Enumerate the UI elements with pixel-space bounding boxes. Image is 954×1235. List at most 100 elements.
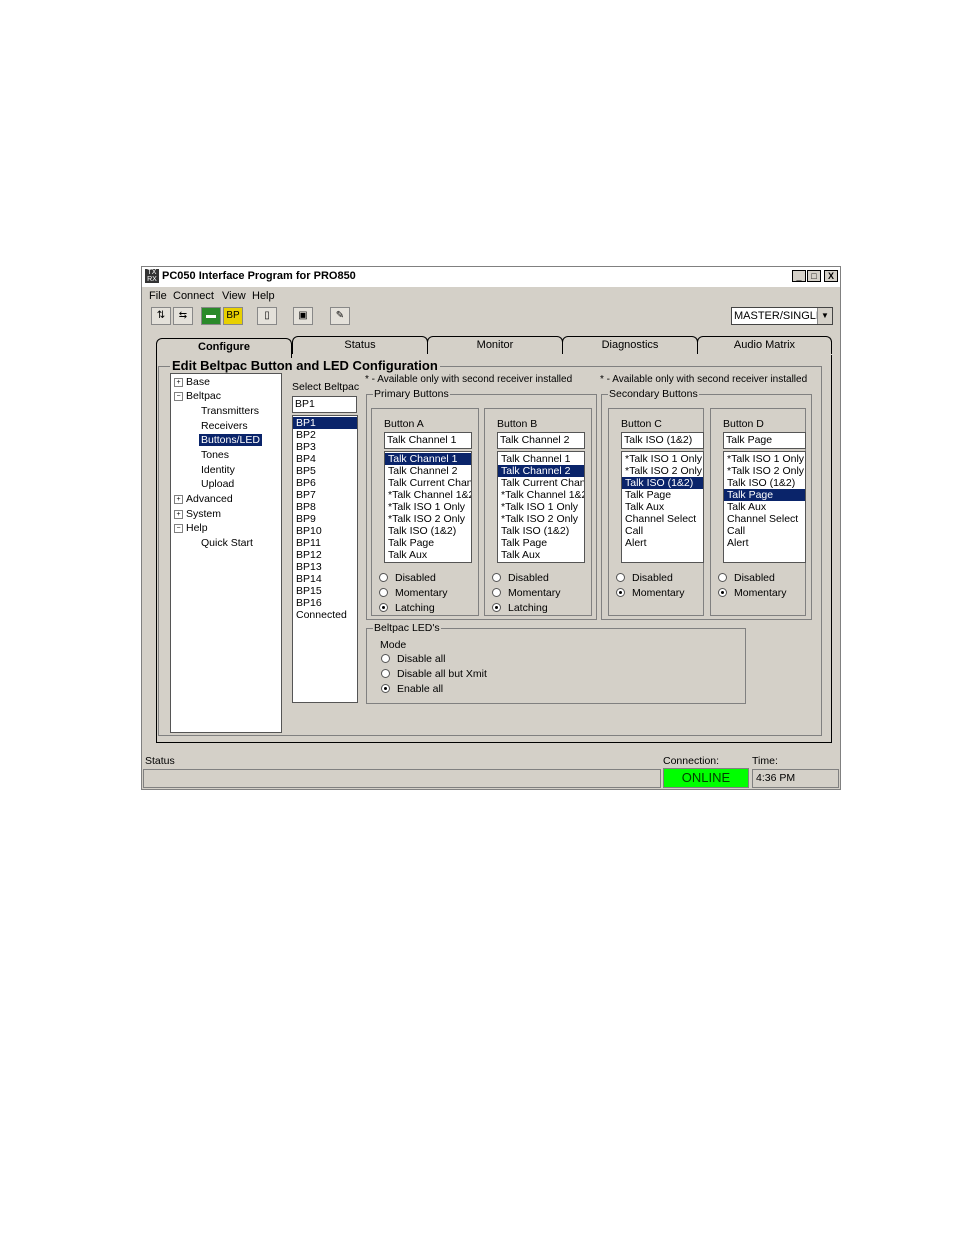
beltpac-list-item[interactable]: BP15 (293, 585, 357, 597)
led-mode-radio[interactable]: Enable all (381, 683, 443, 695)
function-option[interactable]: *Talk ISO 2 Only (622, 465, 703, 477)
led-mode-radio[interactable]: Disable all (381, 653, 445, 665)
function-option[interactable]: Channel Select (724, 513, 805, 525)
beltpac-list[interactable]: BP1 BP2 BP3 BP4 BP5 BP6 BP7 BP8 BP9 BP10 BP11 BP12 B… (292, 415, 358, 703)
radio-circle[interactable] (379, 573, 388, 582)
function-option[interactable]: *Talk ISO 1 Only (622, 453, 703, 465)
tab-diagnostics[interactable]: Diagnostics (562, 336, 698, 354)
function-option[interactable]: Talk ISO (1&2) (622, 477, 703, 489)
radio-circle[interactable] (381, 684, 390, 693)
download-icon[interactable]: ▬ (201, 307, 221, 325)
function-option[interactable]: Call (724, 525, 805, 537)
function-option[interactable]: *Talk ISO 1 Only (385, 501, 471, 513)
beltpac-list-item[interactable]: BP1 (293, 417, 357, 429)
function-option[interactable]: Talk Channel 1 (385, 453, 471, 465)
beltpac-list-item[interactable]: BP7 (293, 489, 357, 501)
radio-circle[interactable] (381, 654, 390, 663)
function-option[interactable]: Talk Current Chan (385, 477, 471, 489)
beltpac-list-item[interactable]: BP11 (293, 537, 357, 549)
tab-configure[interactable]: Configure (156, 338, 292, 358)
tab-audio-matrix[interactable]: Audio Matrix (697, 336, 832, 354)
close-button[interactable]: X (824, 270, 838, 282)
function-option[interactable]: *Talk Channel 1&2 (498, 489, 584, 501)
function-option[interactable]: Alert (724, 537, 805, 549)
mode-radio-momentary[interactable]: Momentary (492, 587, 561, 599)
beltpac-list-item[interactable]: BP6 (293, 477, 357, 489)
radio-circle[interactable] (379, 603, 388, 612)
mode-radio-momentary[interactable]: Momentary (379, 587, 448, 599)
tree-item-identity[interactable]: Identity (201, 464, 235, 476)
function-option[interactable]: Call (622, 525, 703, 537)
function-option[interactable]: Talk Current Chan (498, 477, 584, 489)
function-option[interactable]: Talk Channel 1 (498, 453, 584, 465)
menu-view[interactable]: View (222, 290, 246, 302)
expand-icon[interactable]: + (174, 495, 183, 504)
button-function-input[interactable]: Talk Channel 1 (384, 432, 472, 449)
function-option[interactable]: Channel Select (622, 513, 703, 525)
print-icon[interactable]: ▣ (293, 307, 313, 325)
connect-icon[interactable]: ⇅ (151, 307, 171, 325)
beltpac-list-item[interactable]: BP9 (293, 513, 357, 525)
chevron-down-icon[interactable]: ▼ (817, 308, 832, 324)
beltpac-list-item[interactable]: BP2 (293, 429, 357, 441)
button-function-list[interactable]: *Talk ISO 1 Only *Talk ISO 2 Only Talk ISO… (723, 451, 806, 563)
beltpac-list-item[interactable]: BP10 (293, 525, 357, 537)
copy-icon[interactable]: ▯ (257, 307, 277, 325)
tree-item-receivers[interactable]: Receivers (201, 420, 248, 432)
mode-radio-disabled[interactable]: Disabled (379, 572, 436, 584)
beltpac-list-item[interactable]: BP12 (293, 549, 357, 561)
app-icon[interactable]: TX RX (145, 269, 159, 283)
menu-file[interactable]: File (149, 290, 167, 302)
function-option[interactable]: Talk ISO (1&2) (498, 525, 584, 537)
function-option[interactable]: Talk Page (622, 489, 703, 501)
function-option[interactable]: Talk Aux (724, 501, 805, 513)
settings-icon[interactable]: ✎ (330, 307, 350, 325)
led-mode-radio[interactable]: Disable all but Xmit (381, 668, 487, 680)
radio-circle[interactable] (616, 588, 625, 597)
function-option[interactable]: Talk Aux (385, 549, 471, 561)
radio-circle[interactable] (379, 588, 388, 597)
button-function-input[interactable]: Talk Channel 2 (497, 432, 585, 449)
tree-item-transmitters[interactable]: Transmitters (201, 405, 259, 417)
beltpac-input[interactable]: BP1 (292, 396, 357, 413)
function-option[interactable]: *Talk ISO 2 Only (724, 465, 805, 477)
maximize-button[interactable]: □ (807, 270, 821, 282)
function-option[interactable]: Talk Page (724, 489, 805, 501)
mode-radio-momentary[interactable]: Momentary (718, 587, 787, 599)
mode-radio-disabled[interactable]: Disabled (616, 572, 673, 584)
beltpac-list-item[interactable]: BP3 (293, 441, 357, 453)
radio-circle[interactable] (381, 669, 390, 678)
mode-radio-disabled[interactable]: Disabled (492, 572, 549, 584)
tree-item-tones[interactable]: Tones (201, 449, 229, 461)
tree-item-beltpac[interactable]: − Beltpac (174, 390, 221, 402)
function-option[interactable]: Talk Page (498, 537, 584, 549)
radio-circle[interactable] (492, 603, 501, 612)
tree-item-upload[interactable]: Upload (201, 478, 234, 490)
mode-radio-disabled[interactable]: Disabled (718, 572, 775, 584)
button-function-list[interactable]: *Talk ISO 1 Only *Talk ISO 2 Only Talk ISO… (621, 451, 704, 563)
function-option[interactable]: Talk ISO (1&2) (385, 525, 471, 537)
collapse-icon[interactable]: − (174, 392, 183, 401)
radio-circle[interactable] (492, 573, 501, 582)
tab-monitor[interactable]: Monitor (427, 336, 563, 354)
beltpac-list-item[interactable]: BP16 (293, 597, 357, 609)
beltpac-icon[interactable]: BP (223, 307, 243, 325)
function-option[interactable]: *Talk ISO 1 Only (724, 453, 805, 465)
radio-circle[interactable] (718, 588, 727, 597)
beltpac-list-item[interactable]: BP4 (293, 453, 357, 465)
expand-icon[interactable]: + (174, 378, 183, 387)
mode-select[interactable]: MASTER/SINGLE ▼ (731, 307, 833, 325)
function-option[interactable]: *Talk ISO 1 Only (498, 501, 584, 513)
tree-item-buttons-led[interactable]: Buttons/LED (199, 434, 262, 446)
beltpac-list-item[interactable]: BP13 (293, 561, 357, 573)
function-option[interactable]: Talk ISO (1&2) (724, 477, 805, 489)
button-function-list[interactable]: Talk Channel 1 Talk Channel 2 Talk Current… (497, 451, 585, 563)
beltpac-list-item[interactable]: BP8 (293, 501, 357, 513)
function-option[interactable]: Alert (622, 537, 703, 549)
beltpac-list-item[interactable]: BP14 (293, 573, 357, 585)
radio-circle[interactable] (616, 573, 625, 582)
tree-item-quick-start[interactable]: Quick Start (201, 537, 253, 549)
menu-help[interactable]: Help (252, 290, 275, 302)
function-option[interactable]: Talk Aux (622, 501, 703, 513)
disconnect-icon[interactable]: ⇆ (173, 307, 193, 325)
